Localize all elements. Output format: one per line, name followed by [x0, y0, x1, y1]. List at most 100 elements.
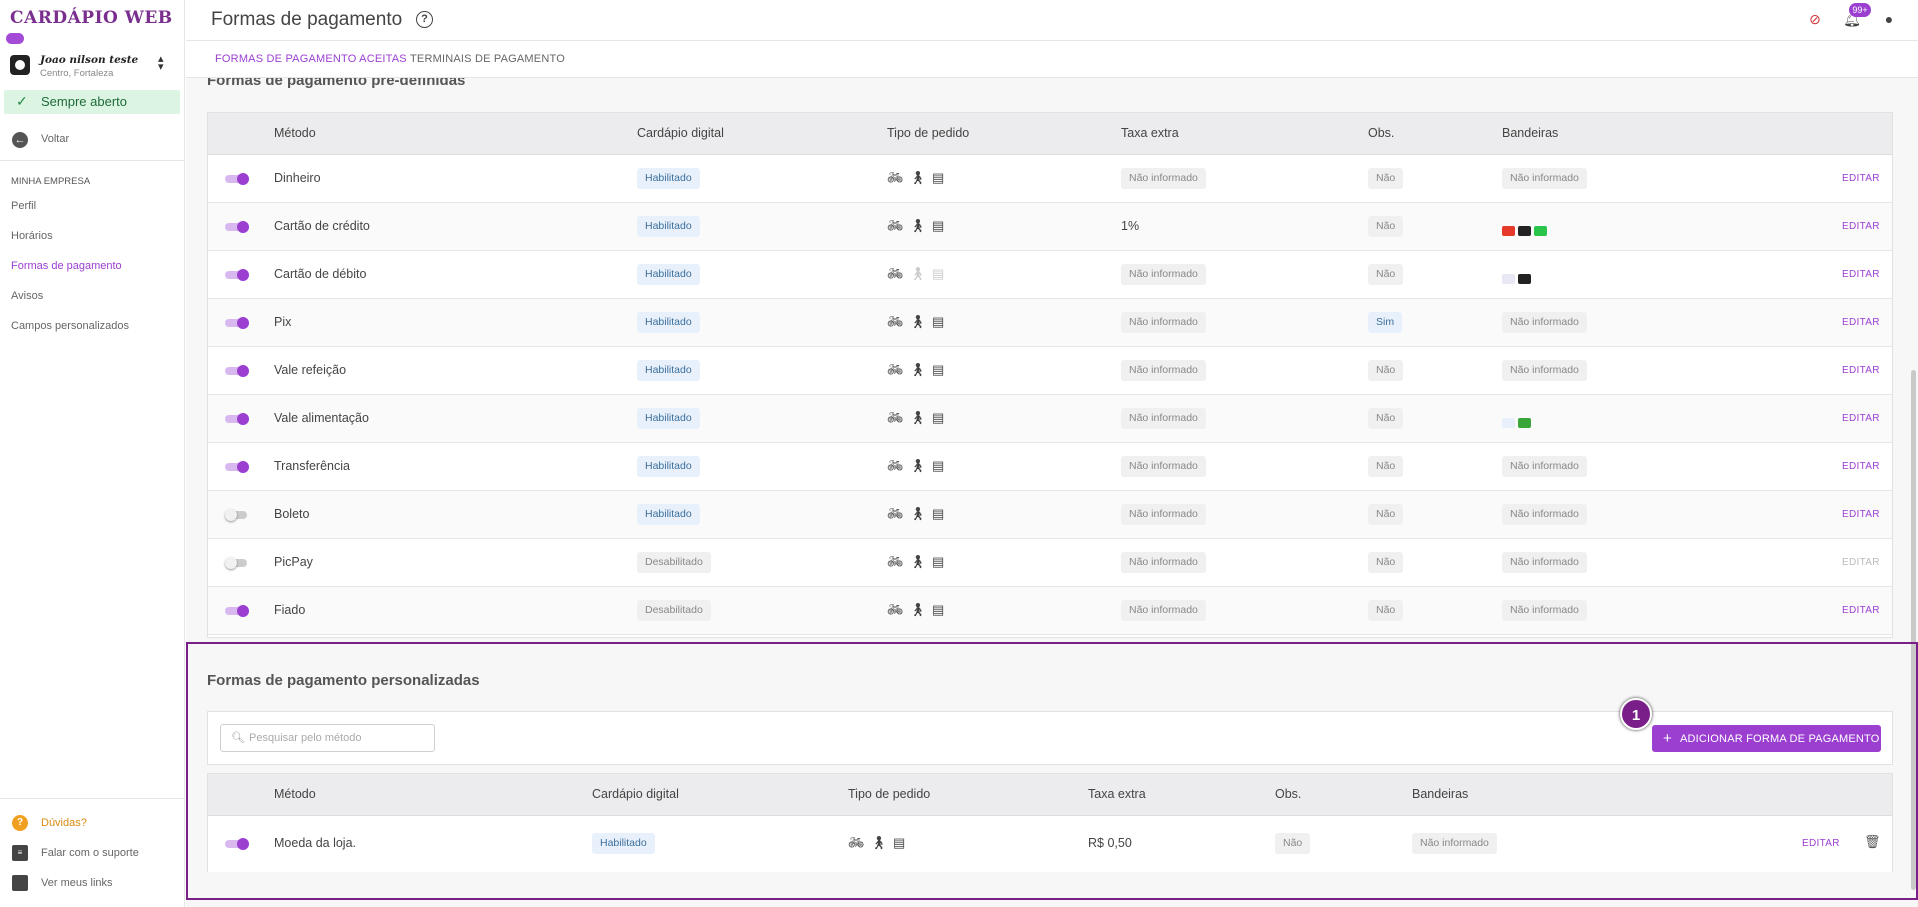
links-link[interactable]: Ver meus links: [12, 875, 177, 893]
edit-button[interactable]: EDITAR: [1802, 838, 1840, 849]
user-icon[interactable]: ●: [1880, 10, 1898, 28]
enabled-toggle[interactable]: [225, 221, 249, 233]
no-delivery-icon[interactable]: ⊘: [1806, 10, 1824, 28]
walk-icon: 🚶︎: [909, 506, 933, 521]
order-type-icons: 🚲︎🚶︎▤: [887, 266, 950, 282]
sidebar-item-horarios[interactable]: Horários: [11, 230, 53, 242]
method-name: Cartão de débito: [274, 267, 367, 281]
method-name: Boleto: [274, 507, 310, 521]
edit-button[interactable]: EDITAR: [1842, 317, 1880, 328]
digital-status-pill: Habilitado: [637, 264, 700, 285]
edit-button[interactable]: EDITAR: [1842, 461, 1880, 472]
chevron-up-down-icon: ▴ ▾: [158, 53, 164, 73]
extra-fee-pill: Não informado: [1121, 312, 1206, 333]
arrow-left-icon: ←: [12, 132, 28, 148]
bike-icon: 🚲︎: [887, 506, 910, 521]
store-selector[interactable]: Joao nilson teste Centro, Fortaleza ▴ ▾: [10, 52, 175, 82]
col-cardapio-digital: Cardápio digital: [637, 126, 724, 140]
predefined-table: Método Cardápio digital Tipo de pedido T…: [207, 112, 1893, 638]
walk-icon: 🚶︎: [909, 266, 933, 281]
flags-pill: Não informado: [1502, 504, 1587, 525]
search-input-wrapper: 🔍︎: [220, 724, 435, 752]
store-icon: ▤: [932, 266, 951, 281]
tab-formas-aceitas[interactable]: FORMAS DE PAGAMENTO ACEITAS: [215, 53, 407, 65]
edit-button[interactable]: EDITAR: [1842, 605, 1880, 616]
hipercard-icon: [1534, 225, 1547, 236]
table-row: Pix Habilitado 🚲︎🚶︎▤ Não informado Sim Não in…: [208, 299, 1892, 347]
sidebar-item-perfil[interactable]: Perfil: [11, 200, 36, 212]
divider: [0, 798, 185, 799]
extra-fee-pill: Não informado: [1121, 552, 1206, 573]
help-circle-icon[interactable]: ?: [416, 11, 433, 28]
enabled-toggle[interactable]: [225, 838, 249, 850]
store-icon: ▤: [932, 458, 951, 473]
enabled-toggle[interactable]: [225, 461, 249, 473]
order-type-icons: 🚲︎🚶︎▤: [887, 170, 950, 186]
obs-pill: Não: [1368, 408, 1404, 429]
add-payment-method-button[interactable]: + ADICIONAR FORMA DE PAGAMENTO: [1652, 725, 1881, 752]
enabled-toggle[interactable]: [225, 413, 249, 425]
edit-button[interactable]: EDITAR: [1842, 365, 1880, 376]
edit-button[interactable]: EDITAR: [1842, 173, 1880, 184]
edit-button[interactable]: EDITAR: [1842, 269, 1880, 280]
sidebar-item-avisos[interactable]: Avisos: [11, 290, 43, 302]
help-link[interactable]: ? Dúvidas?: [12, 815, 177, 833]
enabled-toggle[interactable]: [225, 269, 249, 281]
enabled-toggle[interactable]: [225, 365, 249, 377]
sidebar-item-formas-de-pagamento[interactable]: Formas de pagamento: [11, 260, 122, 272]
check-icon: ✓: [16, 93, 28, 109]
edit-button[interactable]: EDITAR: [1842, 557, 1880, 568]
sidebar-section-title: MINHA EMPRESA: [11, 176, 91, 187]
mastercard-icon: [1502, 225, 1515, 236]
method-name: PicPay: [274, 555, 313, 569]
help-label: Dúvidas?: [41, 817, 87, 829]
order-type-icons: 🚲︎🚶︎▤: [848, 835, 911, 851]
store-icon: ▤: [932, 602, 951, 617]
order-type-icons: 🚲︎🚶︎▤: [887, 362, 950, 378]
search-icon: 🔍︎: [231, 732, 245, 744]
tab-terminais[interactable]: TERMINAIS DE PAGAMENTO: [410, 53, 565, 65]
obs-pill: Não: [1368, 216, 1404, 237]
back-link[interactable]: ← Voltar: [12, 130, 172, 150]
col-metodo: Método: [274, 126, 316, 140]
store-status-badge[interactable]: ✓ Sempre aberto: [4, 90, 180, 114]
edit-button[interactable]: EDITAR: [1842, 221, 1880, 232]
trash-icon[interactable]: 🗑︎: [1864, 834, 1881, 850]
digital-status-pill: Habilitado: [637, 504, 700, 525]
add-payment-method-label: ADICIONAR FORMA DE PAGAMENTO: [1679, 733, 1880, 745]
bike-icon: 🚲︎: [887, 410, 910, 425]
enabled-toggle[interactable]: [225, 173, 249, 185]
enabled-toggle[interactable]: [225, 317, 249, 329]
card-brands: [1502, 414, 1534, 432]
order-type-icons: 🚲︎🚶︎▤: [887, 602, 950, 618]
col-taxa-extra: Taxa extra: [1088, 787, 1146, 801]
walk-icon: 🚶︎: [909, 314, 933, 329]
method-name: Transferência: [274, 459, 350, 473]
sidebar-item-campos-personalizados[interactable]: Campos personalizados: [11, 320, 129, 332]
search-input[interactable]: [249, 729, 429, 747]
extra-fee-pill: Não informado: [1121, 408, 1206, 429]
enabled-toggle[interactable]: [225, 509, 249, 521]
visa-icon: [1502, 273, 1515, 284]
table-row: Vale alimentação Habilitado 🚲︎🚶︎▤ Não infor…: [208, 395, 1892, 443]
enabled-toggle[interactable]: [225, 605, 249, 617]
table-row: Fiado Desabilitado 🚲︎🚶︎▤ Não informado Não Nã…: [208, 587, 1892, 635]
store-icon: ▤: [932, 218, 951, 233]
store-avatar: [10, 55, 30, 75]
flags-pill: Não informado: [1502, 600, 1587, 621]
store-name: Joao nilson teste: [40, 54, 139, 66]
order-type-icons: 🚲︎🚶︎▤: [887, 506, 950, 522]
support-link[interactable]: ≡ Falar com o suporte: [12, 845, 177, 863]
chat-icon: ≡: [12, 845, 28, 861]
brand-logo[interactable]: CARDÁPIO WEB: [6, 8, 175, 44]
flags-pill: Não informado: [1502, 360, 1587, 381]
col-metodo: Método: [274, 787, 316, 801]
walk-icon: 🚶︎: [909, 410, 933, 425]
table-row: Transferência Habilitado 🚲︎🚶︎▤ Não informad…: [208, 443, 1892, 491]
digital-status-pill: Habilitado: [637, 360, 700, 381]
edit-button[interactable]: EDITAR: [1842, 509, 1880, 520]
flags-pill: Não informado: [1502, 456, 1587, 477]
table-row: Cartão de débito Habilitado 🚲︎🚶︎▤ Não infor…: [208, 251, 1892, 299]
enabled-toggle[interactable]: [225, 557, 249, 569]
edit-button[interactable]: EDITAR: [1842, 413, 1880, 424]
